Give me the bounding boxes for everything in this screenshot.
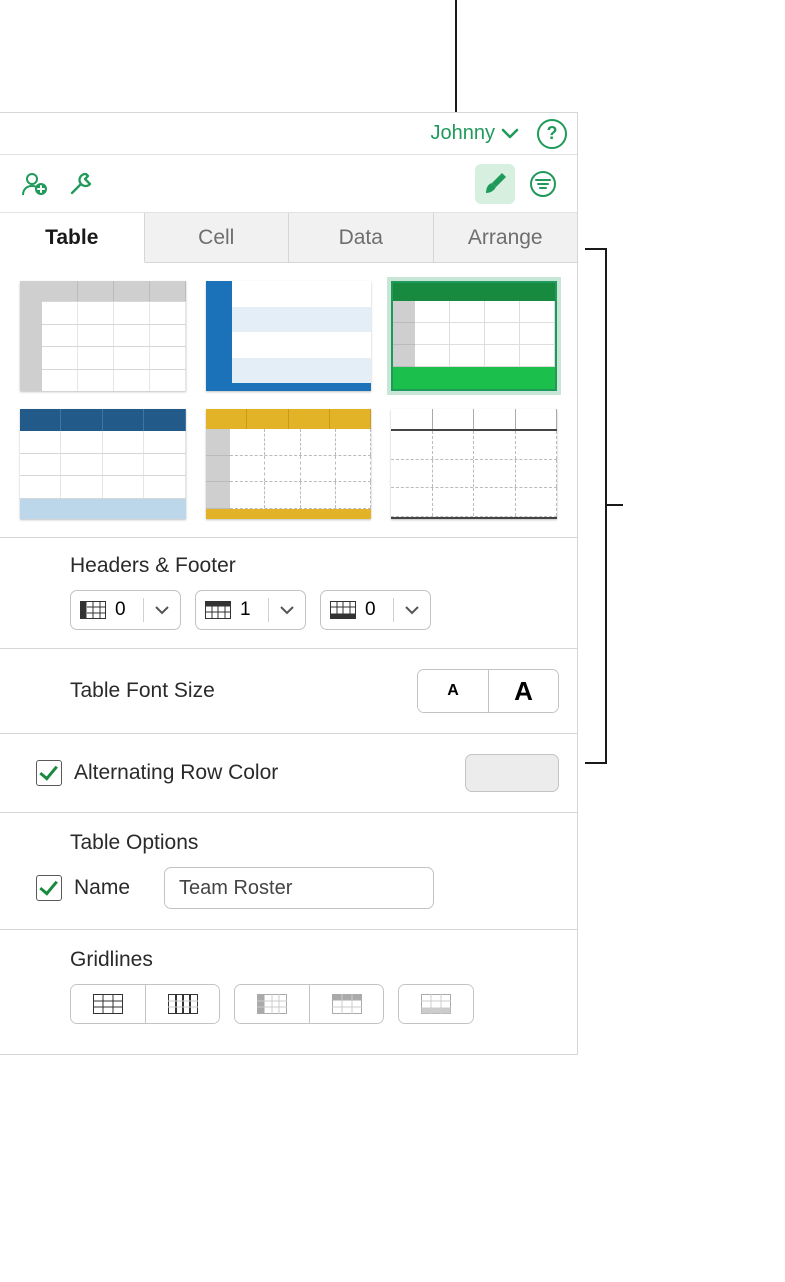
footer-rows-stepper[interactable]: 0 bbox=[320, 590, 431, 630]
font-size-smaller[interactable]: A bbox=[418, 670, 488, 712]
tab-arrange[interactable]: Arrange bbox=[434, 213, 578, 262]
table-style-plain[interactable] bbox=[391, 409, 557, 519]
header-columns-value: 0 bbox=[115, 599, 143, 621]
wrench-icon bbox=[67, 169, 97, 199]
header-columns-stepper[interactable]: 0 bbox=[70, 590, 181, 630]
gridlines-body-horizontal[interactable] bbox=[71, 985, 145, 1023]
table-name-label: Name bbox=[74, 876, 164, 900]
collaborate-button[interactable] bbox=[14, 164, 54, 204]
headers-footer-title: Headers & Footer bbox=[70, 554, 559, 578]
callout-line-right bbox=[605, 248, 607, 764]
grid-h-icon bbox=[93, 994, 123, 1014]
tools-button[interactable] bbox=[62, 164, 102, 204]
table-style-grey[interactable] bbox=[20, 281, 186, 391]
gridlines-title: Gridlines bbox=[70, 948, 559, 972]
chevron-down-icon bbox=[155, 606, 169, 615]
header-rows-value: 1 bbox=[240, 599, 268, 621]
gridlines-header-row[interactable] bbox=[309, 985, 383, 1023]
headers-footer-section: Headers & Footer 0 1 0 bbox=[18, 538, 559, 648]
tab-cell[interactable]: Cell bbox=[145, 213, 290, 262]
grid-v-icon bbox=[168, 994, 198, 1014]
callout-cap-right-top bbox=[585, 248, 605, 250]
header-rows-stepper[interactable]: 1 bbox=[195, 590, 306, 630]
table-style-green-selected[interactable] bbox=[391, 281, 557, 391]
chevron-down-icon bbox=[501, 128, 519, 140]
grid-header-row-icon bbox=[332, 994, 362, 1014]
user-bar: Johnny ? bbox=[0, 113, 577, 155]
table-styles-grid bbox=[18, 277, 559, 537]
alt-row-color-label: Alternating Row Color bbox=[74, 761, 465, 785]
organize-button[interactable] bbox=[523, 164, 563, 204]
footer-rows-icon bbox=[330, 601, 356, 619]
filter-icon bbox=[528, 169, 558, 199]
header-columns-icon bbox=[80, 601, 106, 619]
gridlines-footer-row[interactable] bbox=[399, 985, 473, 1023]
alt-row-color-swatch[interactable] bbox=[465, 754, 559, 792]
font-size-segment: A A bbox=[417, 669, 559, 713]
tab-table[interactable]: Table bbox=[0, 213, 145, 263]
font-size-small-glyph: A bbox=[447, 682, 459, 700]
table-name-input[interactable] bbox=[164, 867, 434, 909]
footer-rows-value: 0 bbox=[365, 599, 393, 621]
table-style-yellow[interactable] bbox=[206, 409, 372, 519]
gridlines-header-col[interactable] bbox=[235, 985, 309, 1023]
tab-data[interactable]: Data bbox=[289, 213, 434, 262]
format-panel: Johnny ? bbox=[0, 112, 578, 1055]
table-name-checkbox[interactable] bbox=[36, 875, 62, 901]
person-add-icon bbox=[19, 169, 49, 199]
inspector-tabs: Table Cell Data Arrange bbox=[0, 213, 577, 263]
help-button[interactable]: ? bbox=[537, 119, 567, 149]
grid-footer-row-icon bbox=[421, 994, 451, 1014]
alt-row-color-checkbox[interactable] bbox=[36, 760, 62, 786]
table-options-section: Table Options Name bbox=[18, 813, 559, 929]
user-name-label: Johnny bbox=[431, 122, 496, 145]
alt-row-color-row: Alternating Row Color bbox=[18, 734, 559, 812]
grid-header-col-icon bbox=[257, 994, 287, 1014]
callout-cap-right-bottom bbox=[585, 762, 605, 764]
paintbrush-icon bbox=[480, 169, 510, 199]
table-options-title: Table Options bbox=[70, 831, 559, 855]
font-size-row: Table Font Size A A bbox=[18, 649, 559, 733]
tab-content: Headers & Footer 0 1 0 bbox=[0, 263, 577, 1054]
callout-tick-right bbox=[605, 504, 623, 506]
font-size-larger[interactable]: A bbox=[488, 670, 558, 712]
table-style-blue[interactable] bbox=[206, 281, 372, 391]
toolbar bbox=[0, 155, 577, 213]
gridlines-body-vertical[interactable] bbox=[145, 985, 219, 1023]
table-style-navy[interactable] bbox=[20, 409, 186, 519]
font-size-label: Table Font Size bbox=[70, 679, 417, 703]
format-button[interactable] bbox=[475, 164, 515, 204]
header-rows-icon bbox=[205, 601, 231, 619]
chevron-down-icon bbox=[280, 606, 294, 615]
gridlines-section: Gridlines bbox=[18, 930, 559, 1032]
user-menu[interactable]: Johnny bbox=[431, 122, 520, 145]
font-size-large-glyph: A bbox=[514, 676, 533, 707]
chevron-down-icon bbox=[405, 606, 419, 615]
